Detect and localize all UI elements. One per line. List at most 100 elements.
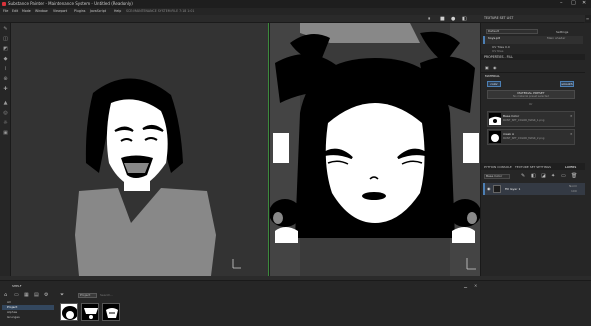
python-console-tab[interactable]: PYTHON CONSOLE [484, 165, 512, 169]
sphere-icon[interactable]: ● [451, 16, 455, 22]
or-separator: Or [529, 102, 533, 106]
character-render-3d [270, 23, 480, 276]
close-button[interactable]: ✕ [582, 1, 586, 6]
layer-blend-mode[interactable]: Norm [569, 184, 577, 188]
shelf-category-list: All Project Alphas Grunges [2, 300, 54, 326]
base-color-thumbnail [489, 113, 501, 125]
menu-bar: File Edit Mode Window Viewport Plugins J… [0, 8, 591, 15]
shelf-grid-icon[interactable]: ▦ [24, 292, 29, 298]
delete-layer-icon[interactable]: 🗑 [571, 173, 577, 179]
shader-settings-icon[interactable]: ▣ [3, 131, 8, 136]
sphere-preview-icon[interactable]: ◉ [493, 65, 497, 70]
remove-icon[interactable]: ✕ [570, 114, 573, 118]
material-section-title: MATERIAL [485, 74, 500, 78]
shelf-list-icon[interactable]: ▤ [34, 292, 39, 298]
add-mask-icon[interactable]: ◪ [541, 173, 546, 179]
layers-tab[interactable]: LAYERS [565, 165, 576, 169]
right-panel: TEXTURE SET LIST Default Settings hoys.p… [480, 15, 591, 276]
material-preset-box[interactable]: MATERIAL PRESET No material preset selec… [487, 90, 575, 99]
texture-set-shader: Main shader [547, 36, 566, 40]
filter-icon[interactable]: ⏷ [60, 292, 64, 298]
layer-channel-dropdown[interactable]: Base Color [484, 174, 510, 179]
shelf-thumbnail[interactable] [60, 303, 78, 321]
base-color-slot[interactable]: Base Color PAINT_SET_COLOR_MASK_1.png ✕ [487, 111, 575, 127]
painter-logo-icon [2, 2, 6, 6]
pause-icon[interactable]: ⏸ [428, 16, 431, 22]
menu-edit[interactable]: Edit [12, 9, 18, 13]
layer-row[interactable]: ◉ Fill layer 1 Norm 100 [483, 183, 585, 195]
layers-dock-icon[interactable]: ≡ [585, 16, 590, 21]
texture-set-dropdown[interactable]: Default [486, 29, 538, 34]
minimize-button[interactable]: – [560, 1, 563, 6]
mask-slot[interactable]: mask A PAINT_SET_COLOR_MASK_2.png ✕ [487, 129, 575, 145]
color-channel-toggle[interactable]: color [487, 81, 501, 87]
shelf-thumbnail[interactable] [102, 303, 120, 321]
tool-strip: ✎ ◫ ◩ ◆ ⌇ ⊕ ✚ ▲ ◎ ☼ ▣ [0, 23, 11, 276]
shelf-title: SHELF [12, 284, 22, 288]
properties-tab[interactable]: PROPERTIES - FILL [481, 54, 585, 60]
close-icon[interactable]: ✕ [474, 283, 477, 288]
texture-set-name: hoys.pit [488, 36, 500, 40]
layer-opacity[interactable]: 100 [571, 189, 577, 193]
maximize-button[interactable]: □ [571, 1, 576, 6]
menu-extra-info: SCE:MAINTENANCE SYSTEM:FILE 7:18 1:01 [126, 9, 195, 13]
shelf-thumbnail[interactable] [81, 303, 99, 321]
window-title: Substance Painter - Maintenance System -… [8, 1, 133, 6]
mask-thumbnail [489, 131, 501, 143]
layers-tabbar: PYTHON CONSOLE TEXTURE SET SETTINGS LAYE… [481, 163, 585, 170]
filter-tag[interactable]: Project [78, 293, 97, 298]
eraser-icon[interactable]: ◫ [3, 37, 8, 42]
material-picker-icon[interactable]: ✚ [3, 87, 8, 92]
smudge-icon[interactable]: ⌇ [3, 67, 8, 72]
shelf-settings-icon[interactable]: ⚙ [44, 292, 48, 298]
mask-file: PAINT_SET_COLOR_MASK_2.png [503, 137, 545, 140]
shelf-folder-icon[interactable]: ▭ [14, 292, 19, 298]
viewport-2d[interactable] [11, 23, 268, 276]
texture-set-settings-label[interactable]: Settings [556, 30, 568, 34]
geometry-fill-icon[interactable]: ◆ [3, 57, 8, 62]
display-settings-icon[interactable]: ☼ [3, 121, 8, 126]
layer-thumbnail [493, 185, 501, 193]
base-color-title: Base Color [503, 114, 520, 118]
material-preset-sub: No material preset selected [513, 95, 549, 98]
bake-icon[interactable]: ◎ [3, 111, 8, 116]
menu-javascript[interactable]: JavaScript [90, 9, 106, 13]
collapse-icon[interactable]: ▁ [464, 283, 467, 288]
camera-icon[interactable]: ■ [440, 16, 445, 22]
material-mode-icon[interactable]: ▣ [485, 65, 489, 70]
projection-icon[interactable]: ◩ [3, 47, 8, 52]
add-folder-icon[interactable]: ▭ [561, 173, 566, 179]
add-effect-icon[interactable]: ✦ [551, 173, 555, 179]
texture-set-item[interactable]: hoys.pit Main shader [483, 36, 583, 44]
texture-set-settings-tab[interactable]: TEXTURE SET SETTINGS [515, 165, 551, 169]
smooth-channel-toggle[interactable]: smooth [560, 81, 574, 87]
shelf-panel: SHELF ⌂ ▭ ▦ ▤ ⚙ ⏷ Project Search... ▁ ✕ … [0, 280, 591, 326]
shelf-category-item[interactable]: Grunges [2, 315, 54, 320]
texture-set-list-header: TEXTURE SET LIST [481, 15, 585, 22]
uv-tiles-detail: UV tiles [492, 49, 504, 53]
clone-icon[interactable]: ⊕ [3, 77, 8, 82]
base-color-file: PAINT_SET_COLOR_MASK_1.png [503, 119, 545, 122]
menu-help[interactable]: Help [114, 9, 121, 13]
menu-window[interactable]: Window [35, 9, 48, 13]
add-paint-layer-icon[interactable]: ✎ [521, 173, 525, 179]
character-render-2d [11, 23, 268, 276]
remove-icon[interactable]: ✕ [570, 132, 573, 136]
add-fill-layer-icon[interactable]: ◧ [531, 173, 536, 179]
shelf-search-input[interactable]: Search... [100, 293, 140, 298]
texture-set-subitem[interactable]: UV Tiles 0.0 UV tiles [489, 45, 583, 54]
menu-mode[interactable]: Mode [22, 9, 31, 13]
menu-plugins[interactable]: Plugins [74, 9, 85, 13]
title-bar: Substance Painter - Maintenance System -… [0, 0, 591, 8]
properties-separator [481, 72, 585, 73]
viewport-3d[interactable] [270, 23, 480, 276]
render-icon[interactable]: ◧ [462, 16, 467, 22]
menu-file[interactable]: File [3, 9, 8, 13]
menu-viewport[interactable]: Viewport [53, 9, 67, 13]
visibility-eye-icon[interactable]: ◉ [487, 186, 491, 191]
paint-brush-icon[interactable]: ✎ [3, 27, 8, 32]
layer-name[interactable]: Fill layer 1 [505, 187, 520, 191]
shelf-home-icon[interactable]: ⌂ [4, 292, 7, 298]
polygon-fill-icon[interactable]: ▲ [3, 101, 8, 106]
mask-title: mask A [503, 132, 515, 136]
